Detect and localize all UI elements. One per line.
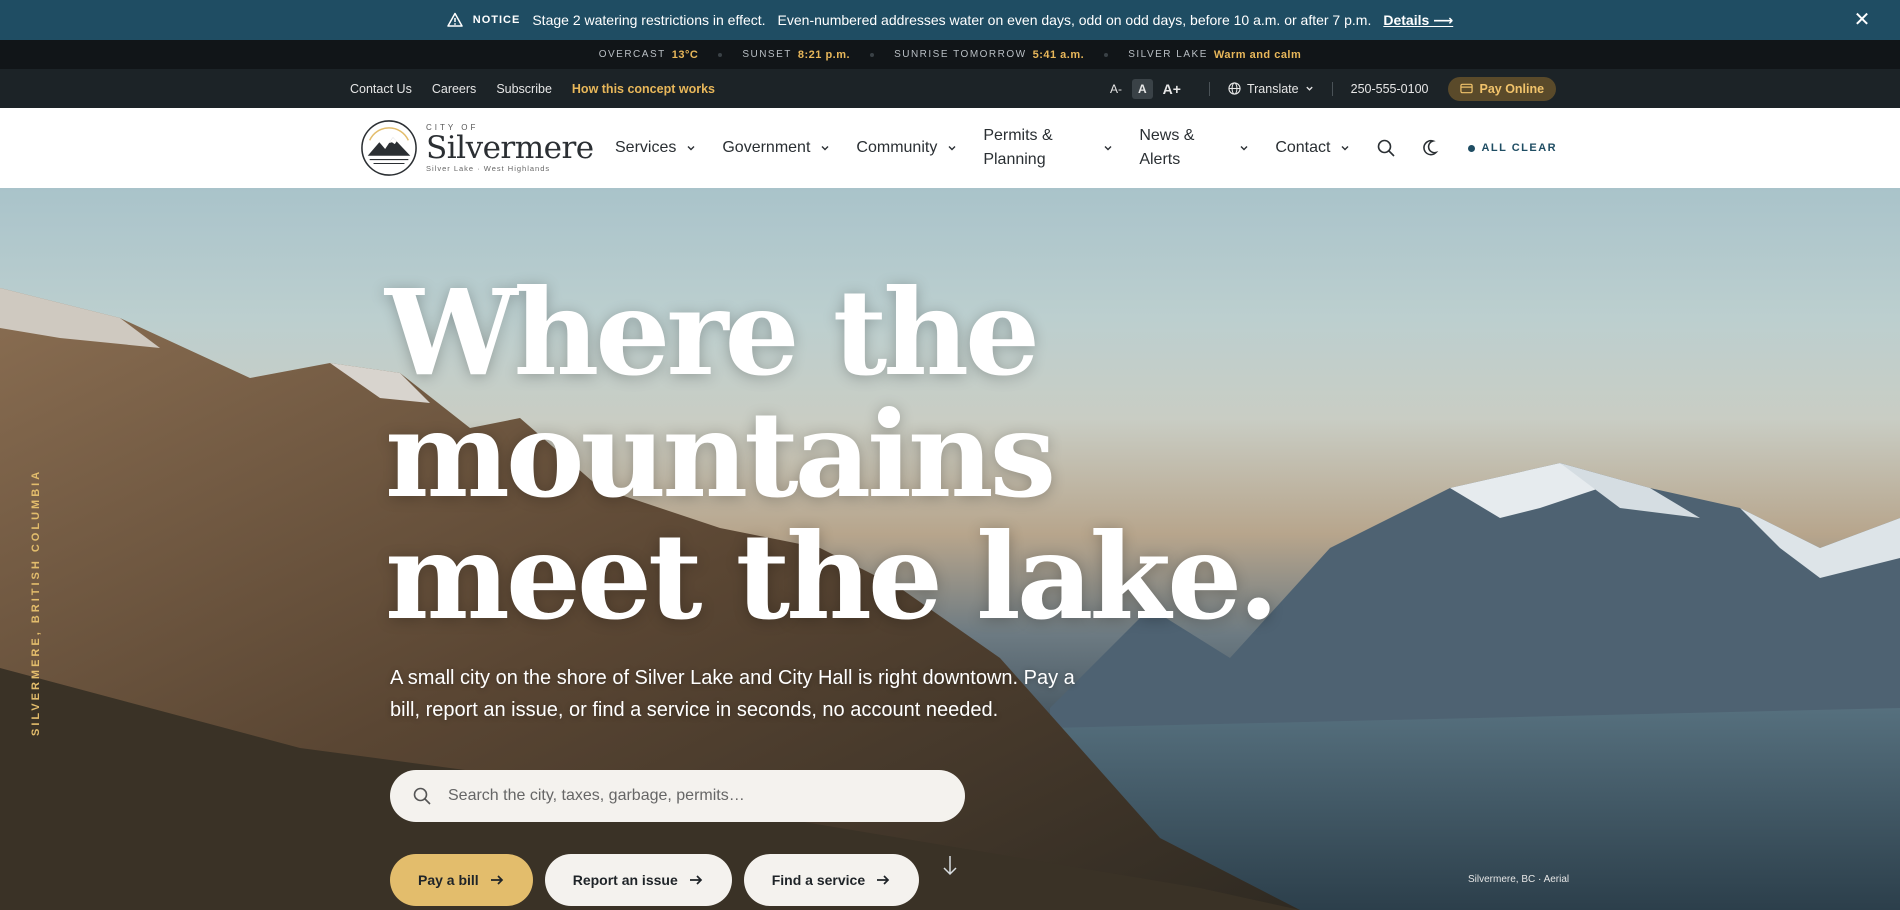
phone-number[interactable]: 250-555-0100: [1351, 82, 1429, 96]
nav-news-line2: Alerts: [1139, 151, 1181, 168]
nav-community-label: Community: [856, 139, 938, 156]
pay-online-label: Pay Online: [1479, 81, 1545, 96]
status-label: ALL CLEAR: [1481, 142, 1558, 154]
chevron-down-icon: [1341, 146, 1349, 151]
chevron-down-icon: [948, 146, 956, 151]
divider-dot: [870, 52, 875, 57]
card-icon: [1460, 83, 1474, 94]
translate-label: Translate: [1246, 81, 1299, 96]
hero-title-line: mountains: [385, 385, 1056, 524]
subscribe-link[interactable]: Subscribe: [496, 82, 552, 96]
hero-title-line: meet the lake.: [385, 507, 1279, 646]
translate-button[interactable]: Translate: [1228, 82, 1314, 96]
nav-permits-planning[interactable]: Permits & Planning: [983, 124, 1113, 172]
hero-title: Where the mountains meet the lake.: [385, 263, 1279, 646]
weather-label: OVERCAST: [598, 49, 666, 60]
arrow-right-icon: [689, 875, 702, 885]
chevron-down-icon: [1104, 146, 1112, 151]
font-smaller-button[interactable]: A-: [1104, 79, 1128, 99]
search-icon: [413, 787, 431, 805]
photo-credit: Silvermere, BC · Aerial: [1468, 874, 1570, 885]
chevron-down-icon: [1305, 86, 1313, 91]
find-service-label: Find a service: [771, 872, 866, 888]
utility-bar: Contact Us Careers Subscribe How this co…: [0, 69, 1900, 108]
hero: SILVERMERE, BRITISH COLUMBIA Where the m…: [0, 188, 1900, 910]
sunrise-item: SUNRISE TOMORROW 5:41 a.m.: [894, 49, 1084, 61]
nav-news-line1: News &: [1139, 127, 1195, 144]
logo-wordmark: CITY OF Silvermere Silver Lake · West Hi…: [426, 123, 594, 173]
font-larger-button[interactable]: A+: [1157, 78, 1187, 100]
pay-bill-button[interactable]: Pay a bill: [390, 854, 533, 906]
nav-services-label: Services: [615, 139, 677, 156]
font-default-button[interactable]: A: [1132, 78, 1153, 99]
find-service-button[interactable]: Find a service: [743, 854, 920, 906]
nav-contact-label: Contact: [1275, 139, 1331, 156]
chevron-down-icon: [1240, 146, 1248, 151]
nav-services[interactable]: Services: [615, 139, 696, 157]
nav-contact[interactable]: Contact: [1275, 139, 1350, 157]
notice-headline: Stage 2 watering restrictions in effect.: [532, 12, 766, 28]
nav-items: Services Government Community Permits & P…: [615, 108, 1557, 188]
hero-actions: Pay a bill Report an issue Find a servic…: [390, 854, 920, 906]
divider: [1331, 81, 1333, 96]
arrow-right-icon: [877, 875, 890, 885]
globe-icon: [1228, 82, 1241, 95]
sunrise-label: SUNRISE TOMORROW: [894, 49, 1027, 60]
sunrise-value: 5:41 a.m.: [1032, 48, 1085, 61]
moon-icon[interactable]: [1422, 138, 1442, 158]
nav-permits-line2: Planning: [983, 151, 1046, 168]
utility-links: Contact Us Careers Subscribe How this co…: [350, 69, 715, 108]
conditions-strip: OVERCAST 13°C SUNSET 8:21 p.m. SUNRISE TOM…: [0, 40, 1900, 69]
chevron-down-icon: [687, 146, 695, 151]
nav-government-label: Government: [722, 139, 811, 156]
nav-news-alerts[interactable]: News & Alerts: [1139, 124, 1249, 172]
mountain-emblem-icon: [361, 120, 417, 176]
warning-icon: [447, 12, 463, 27]
status-badge[interactable]: ALL CLEAR: [1468, 142, 1557, 154]
hero-subtitle: A small city on the shore of Silver Lake…: [390, 667, 1075, 721]
notice-details-link[interactable]: Details ⟶: [1383, 12, 1453, 29]
arrow-down-icon[interactable]: [940, 854, 960, 878]
pay-online-button[interactable]: Pay Online: [1448, 76, 1557, 101]
contact-us-link[interactable]: Contact Us: [350, 82, 412, 96]
notice-bar: NOTICE Stage 2 watering restrictions in …: [0, 0, 1900, 40]
weather-value: 13°C: [671, 48, 699, 61]
chevron-down-icon: [821, 146, 829, 151]
notice-tag: NOTICE: [472, 14, 521, 26]
search-input[interactable]: [448, 787, 928, 805]
status-dot: [1468, 144, 1476, 152]
pay-bill-label: Pay a bill: [418, 872, 479, 888]
sunset-label: SUNSET: [742, 49, 792, 60]
close-icon[interactable]: ✕: [1852, 10, 1872, 30]
divider: [1208, 81, 1210, 96]
report-issue-button[interactable]: Report an issue: [544, 854, 732, 906]
utility-tools: A- A A+ Translate 250-555-0100 Pay Onlin…: [1104, 69, 1557, 108]
main-navigation: CITY OF Silvermere Silver Lake · West Hi…: [0, 108, 1900, 188]
nav-permits-line1: Permits &: [983, 127, 1053, 144]
divider-dot: [1104, 52, 1109, 57]
sunset-value: 8:21 p.m.: [797, 48, 851, 61]
logo-name: Silvermere: [426, 130, 594, 166]
nav-government[interactable]: Government: [722, 139, 830, 157]
arrow-right-icon: [490, 875, 503, 885]
careers-link[interactable]: Careers: [432, 82, 476, 96]
nav-community[interactable]: Community: [856, 139, 957, 157]
hero-title-line: Where the: [385, 263, 1040, 402]
notice-message: Even-numbered addresses water on even da…: [777, 12, 1372, 28]
lake-value: Warm and calm: [1213, 48, 1302, 61]
weather-item: OVERCAST 13°C: [599, 49, 699, 61]
logo-tagline: Silver Lake · West Highlands: [426, 164, 551, 173]
lake-label: SILVER LAKE: [1128, 49, 1208, 60]
report-issue-label: Report an issue: [572, 872, 678, 888]
lake-item: SILVER LAKE Warm and calm: [1128, 49, 1301, 61]
divider-dot: [718, 52, 723, 57]
city-logo[interactable]: CITY OF Silvermere Silver Lake · West Hi…: [360, 118, 594, 178]
search-icon[interactable]: [1376, 138, 1396, 158]
nav-permits-label: Permits & Planning: [983, 124, 1052, 172]
hero-search-bar[interactable]: [390, 770, 965, 822]
nav-news-label: News & Alerts: [1139, 124, 1194, 172]
how-it-works-link[interactable]: How this concept works: [572, 82, 715, 96]
location-vertical-label: SILVERMERE, BRITISH COLUMBIA: [30, 468, 42, 736]
sunset-item: SUNSET 8:21 p.m.: [742, 49, 850, 61]
